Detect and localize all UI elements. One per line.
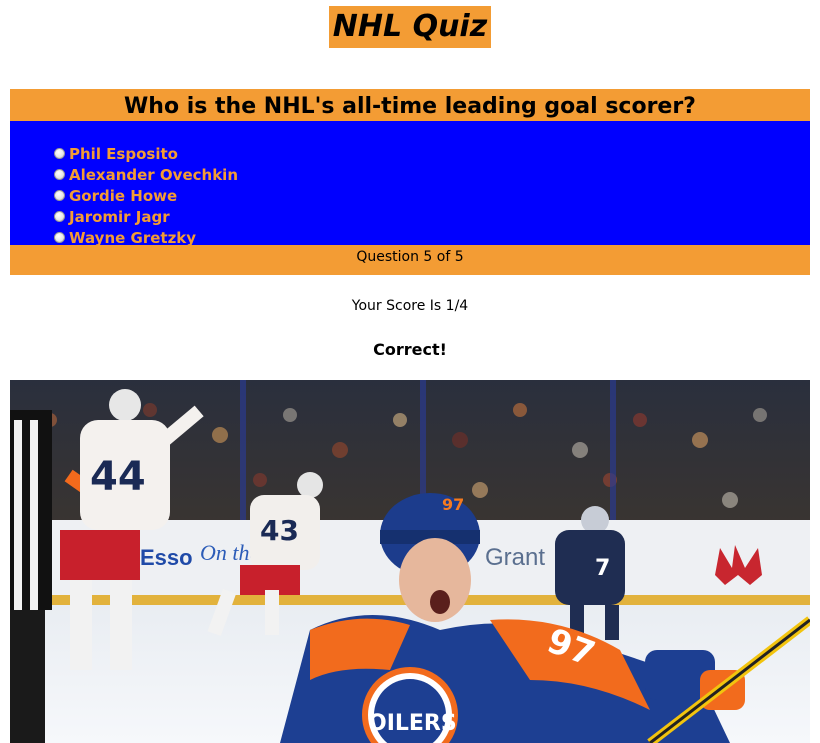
answer-label[interactable]: Gordie Howe [69, 187, 177, 205]
answer-option[interactable]: Jaromir Jagr [54, 206, 810, 227]
answer-label[interactable]: Phil Esposito [69, 145, 178, 163]
glass-post [610, 380, 616, 530]
answer-list: Phil Esposito Alexander Ovechkin Gordie … [10, 121, 810, 247]
answer-option[interactable]: Alexander Ovechkin [54, 164, 810, 185]
svg-text:OILERS: OILERS [368, 711, 457, 736]
quiz-card: Who is the NHL's all-time leading goal s… [10, 89, 810, 275]
answer-option[interactable]: Phil Esposito [54, 143, 810, 164]
answer-radio[interactable] [54, 169, 65, 180]
question-text: Who is the NHL's all-time leading goal s… [10, 89, 810, 121]
score-text: Your Score Is 1/4 [351, 298, 469, 314]
glass-post [240, 380, 246, 530]
svg-text:97: 97 [442, 495, 464, 514]
question-progress: Question 5 of 5 [10, 245, 810, 275]
result-text: Correct! [373, 340, 447, 359]
hockey-photo-illustration: Esso On the Grant 44 43 7 97 OILERS 97 [10, 380, 810, 743]
svg-text:7: 7 [595, 556, 610, 581]
answer-radio[interactable] [54, 232, 65, 243]
answer-label[interactable]: Jaromir Jagr [69, 208, 170, 226]
hockey-photo: Esso On the Grant 44 43 7 97 OILERS 97 [10, 380, 810, 743]
answer-option[interactable]: Gordie Howe [54, 185, 810, 206]
board-ad-grant: Grant [485, 544, 545, 571]
page-title: NHL Quiz [328, 6, 492, 48]
answer-label[interactable]: Alexander Ovechkin [69, 166, 238, 184]
title-wrapper: NHL Quiz [0, 6, 820, 48]
svg-text:44: 44 [90, 454, 146, 500]
svg-text:43: 43 [260, 514, 299, 547]
answer-radio[interactable] [54, 148, 65, 159]
answer-radio[interactable] [54, 190, 65, 201]
answer-label[interactable]: Wayne Gretzky [69, 229, 196, 247]
answer-radio[interactable] [54, 211, 65, 222]
board-ad-esso: Esso [140, 545, 193, 570]
